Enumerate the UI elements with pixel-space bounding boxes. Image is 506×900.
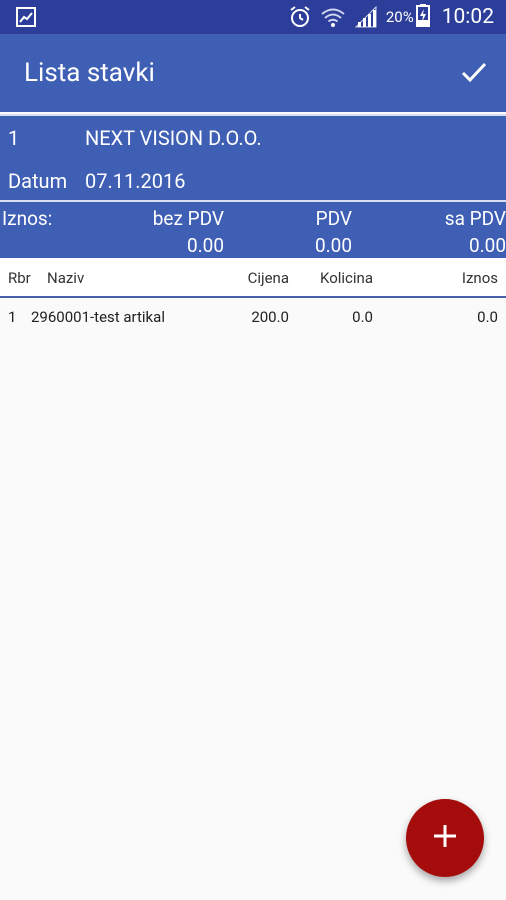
cell-kolicina: 0.0 — [352, 308, 373, 326]
partner-name: NEXT VISION D.O.O. — [85, 126, 262, 150]
app-bar: Lista stavki — [0, 34, 506, 112]
column-header-kolicina: Kolicina — [319, 269, 373, 287]
table-header: Rbr Naziv Cijena Kolicina Iznos — [0, 258, 506, 298]
total-value-bez-pdv: 0.00 — [186, 234, 224, 257]
signal-icon — [354, 6, 378, 28]
column-header-iznos: Iznos — [461, 269, 498, 287]
document-number: 1 — [8, 126, 20, 150]
add-item-button[interactable] — [406, 799, 484, 877]
battery-charging-icon — [415, 3, 430, 31]
total-value-sa-pdv: 0.00 — [468, 234, 506, 257]
date-label: Datum — [8, 169, 68, 193]
column-header-cijena: Cijena — [247, 269, 289, 287]
cell-naziv: 2960001-test artikal — [31, 308, 165, 326]
wifi-icon — [320, 6, 346, 28]
alarm-icon — [288, 5, 312, 29]
total-header-pdv: PDV — [315, 207, 352, 230]
divider — [0, 200, 506, 202]
status-bar: 20% 10:02 — [0, 0, 506, 34]
table-row[interactable]: 1 2960001-test artikal 200.0 0.0 0.0 — [0, 298, 506, 336]
totals-label: Iznos: — [2, 207, 53, 230]
divider — [0, 114, 506, 116]
total-header-bez-pdv: bez PDV — [152, 207, 224, 230]
date-value: 07.11.2016 — [85, 169, 186, 193]
totals-panel: Iznos: bez PDV PDV sa PDV 0.00 0.00 0.00 — [0, 200, 506, 258]
clock: 10:02 — [441, 5, 494, 29]
cell-rbr: 1 — [8, 308, 17, 326]
total-header-sa-pdv: sa PDV — [444, 207, 506, 230]
page-title: Lista stavki — [24, 58, 155, 88]
check-icon[interactable] — [458, 56, 490, 88]
document-header: 1 NEXT VISION D.O.O. Datum 07.11.2016 — [0, 114, 506, 200]
cell-iznos: 0.0 — [477, 308, 498, 326]
image-notification-icon — [16, 7, 36, 27]
total-value-pdv: 0.00 — [314, 234, 352, 257]
column-header-naziv: Naziv — [47, 269, 85, 287]
battery-percent: 20% — [385, 8, 414, 26]
column-header-rbr: Rbr — [8, 269, 31, 287]
plus-icon — [432, 823, 458, 853]
cell-cijena: 200.0 — [251, 308, 289, 326]
